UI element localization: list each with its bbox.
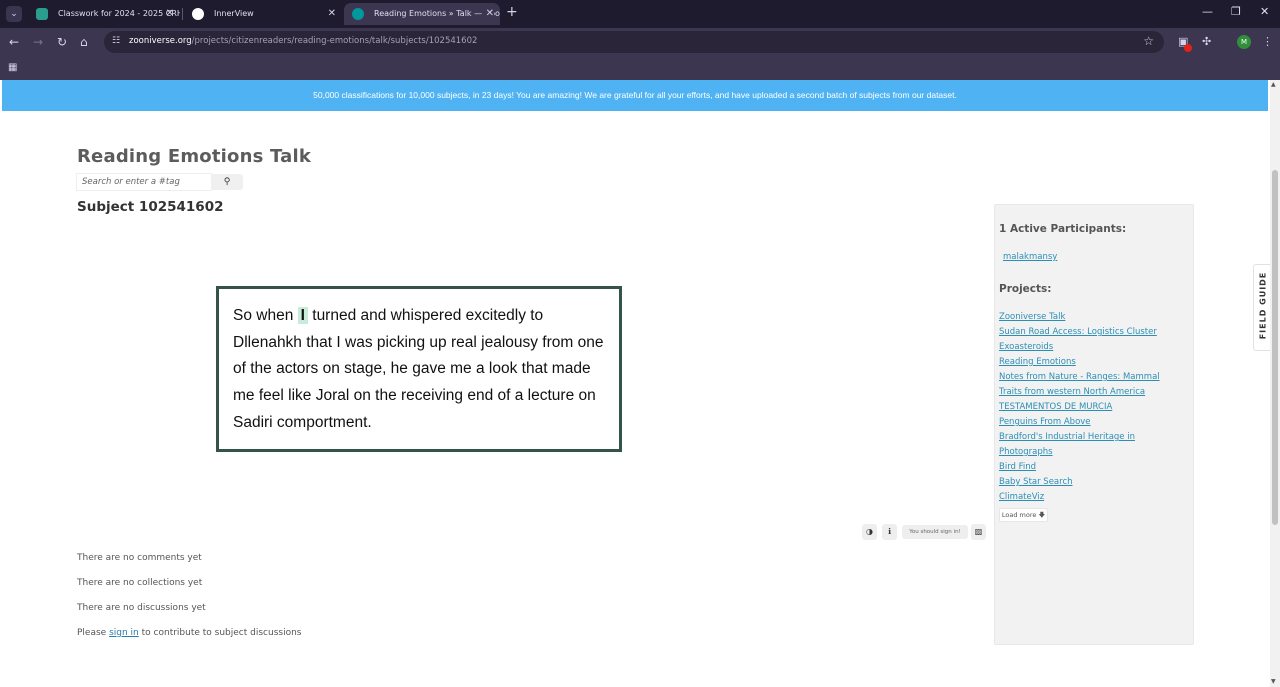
search-input[interactable] xyxy=(76,173,212,191)
arrow-down-icon: 🡇 xyxy=(1038,511,1046,519)
tab-search-button[interactable]: ⌄ xyxy=(6,6,22,22)
announcement-banner: 50,000 classifications for 10,000 subjec… xyxy=(2,80,1268,111)
browser-tab-strip: ⌄ Classwork for 2024 - 2025 CRH ✕ InnerV… xyxy=(0,0,1280,28)
projects-heading: Projects: xyxy=(999,283,1052,295)
info-icon: ℹ xyxy=(887,527,892,536)
discussions-status: There are no discussions yet xyxy=(77,603,206,613)
tab-classwork[interactable]: Classwork for 2024 - 2025 CRH ✕ xyxy=(28,3,180,25)
reload-icon[interactable]: ↻ xyxy=(57,34,67,50)
tab-reading-emotions[interactable]: Reading Emotions » Talk — Zoo ✕ xyxy=(344,3,500,25)
scroll-up-arrow-icon[interactable]: ▲ xyxy=(1271,81,1276,88)
tab-innerview[interactable]: InnerView ✕ xyxy=(184,3,342,25)
contrast-icon: ◑ xyxy=(866,527,873,536)
project-link[interactable]: Photographs xyxy=(999,447,1053,457)
search-button[interactable]: ⚲ xyxy=(211,174,243,190)
subject-text: So when I turned and whispered excitedly… xyxy=(233,307,604,431)
project-link[interactable]: Bird Find xyxy=(999,462,1036,472)
tab-title: InnerView xyxy=(214,9,254,18)
back-arrow-icon[interactable]: ← xyxy=(9,34,19,50)
close-window-icon[interactable]: ✕ xyxy=(1260,5,1269,18)
scroll-down-arrow-icon[interactable]: ▼ xyxy=(1271,678,1276,685)
project-link[interactable]: Exoasteroids xyxy=(999,342,1053,352)
sign-in-prompt: Please sign in to contribute to subject … xyxy=(77,628,302,638)
tab-title: Reading Emotions » Talk — Zoo xyxy=(374,9,500,18)
url-text[interactable]: zooniverse.org/projects/citizenreaders/r… xyxy=(129,36,477,46)
project-link[interactable]: Reading Emotions xyxy=(999,357,1076,367)
minimize-icon[interactable]: — xyxy=(1202,5,1213,18)
project-link[interactable]: ClimateViz xyxy=(999,492,1044,502)
new-tab-button[interactable]: + xyxy=(506,4,518,20)
tab-close-icon[interactable]: ✕ xyxy=(166,3,174,25)
project-link[interactable]: Traits from western North America xyxy=(999,387,1145,397)
project-link[interactable]: TESTAMENTOS DE MURCIA xyxy=(999,402,1112,412)
collections-button[interactable]: ▨ xyxy=(971,524,986,540)
tab-close-icon[interactable]: ✕ xyxy=(482,3,494,25)
search-icon: ⚲ xyxy=(223,177,231,187)
profile-avatar[interactable]: M xyxy=(1237,35,1251,49)
restore-icon[interactable]: ❐ xyxy=(1231,5,1241,18)
home-icon[interactable]: ⌂ xyxy=(80,34,88,50)
tab-close-icon[interactable]: ✕ xyxy=(328,3,336,25)
project-link[interactable]: Notes from Nature - Ranges: Mammal xyxy=(999,372,1160,382)
project-link[interactable]: Zooniverse Talk xyxy=(999,312,1065,322)
subject-heading: Subject 102541602 xyxy=(77,199,224,215)
participant-link[interactable]: malakmansy xyxy=(1003,252,1057,262)
tab-title: Classwork for 2024 - 2025 CRH xyxy=(58,9,180,18)
load-more-button[interactable]: Load more 🡇 xyxy=(999,508,1048,522)
talk-search: ⚲ xyxy=(76,173,243,191)
talk-sidebar: 1 Active Participants: malakmansy Projec… xyxy=(994,204,1194,645)
highlighted-word: I xyxy=(297,307,308,324)
bookmarks-bar: ▦ xyxy=(0,56,1280,80)
forward-arrow-icon[interactable]: → xyxy=(33,34,43,50)
field-guide-tab[interactable]: FIELD GUIDE xyxy=(1253,264,1270,351)
browser-toolbar: ← → ↻ ⌂ ☷ zooniverse.org/projects/citize… xyxy=(0,28,1280,56)
sign-in-hint[interactable]: You should sign in! xyxy=(902,525,968,539)
page-content: 50,000 classifications for 10,000 subjec… xyxy=(0,80,1270,687)
page-title[interactable]: Reading Emotions Talk xyxy=(77,146,311,167)
project-link[interactable]: Bradford's Industrial Heritage in xyxy=(999,432,1135,442)
image-icon: ▨ xyxy=(974,527,983,536)
participants-heading: 1 Active Participants: xyxy=(999,223,1127,235)
project-link[interactable]: Penguins From Above xyxy=(999,417,1091,427)
subject-viewer: So when I turned and whispered excitedly… xyxy=(216,286,622,452)
scrollbar-thumb[interactable] xyxy=(1272,170,1278,525)
comments-status: There are no comments yet xyxy=(77,553,202,563)
project-link[interactable]: Sudan Road Access: Logistics Cluster xyxy=(999,327,1157,337)
site-info-icon[interactable]: ☷ xyxy=(112,36,120,46)
zooniverse-favicon-icon xyxy=(352,8,364,20)
address-bar[interactable]: ☷ zooniverse.org/projects/citizenreaders… xyxy=(104,31,1164,53)
extension-badge xyxy=(1184,44,1192,52)
collections-status: There are no collections yet xyxy=(77,578,203,588)
project-link[interactable]: Baby Star Search xyxy=(999,477,1073,487)
bookmark-star-icon[interactable]: ☆ xyxy=(1143,34,1154,48)
tab-divider xyxy=(182,8,183,20)
invert-contrast-button[interactable]: ◑ xyxy=(862,524,877,540)
field-guide-label: FIELD GUIDE xyxy=(1258,271,1268,340)
classroom-favicon-icon xyxy=(36,8,48,20)
sign-in-link[interactable]: sign in xyxy=(109,628,139,638)
browser-menu-icon[interactable]: ⋮ xyxy=(1262,35,1273,49)
apps-grid-icon[interactable]: ▦ xyxy=(8,62,17,73)
metadata-button[interactable]: ℹ xyxy=(882,524,897,540)
extensions-puzzle-icon[interactable]: ✣ xyxy=(1202,35,1211,49)
innerview-favicon-icon xyxy=(192,8,204,20)
